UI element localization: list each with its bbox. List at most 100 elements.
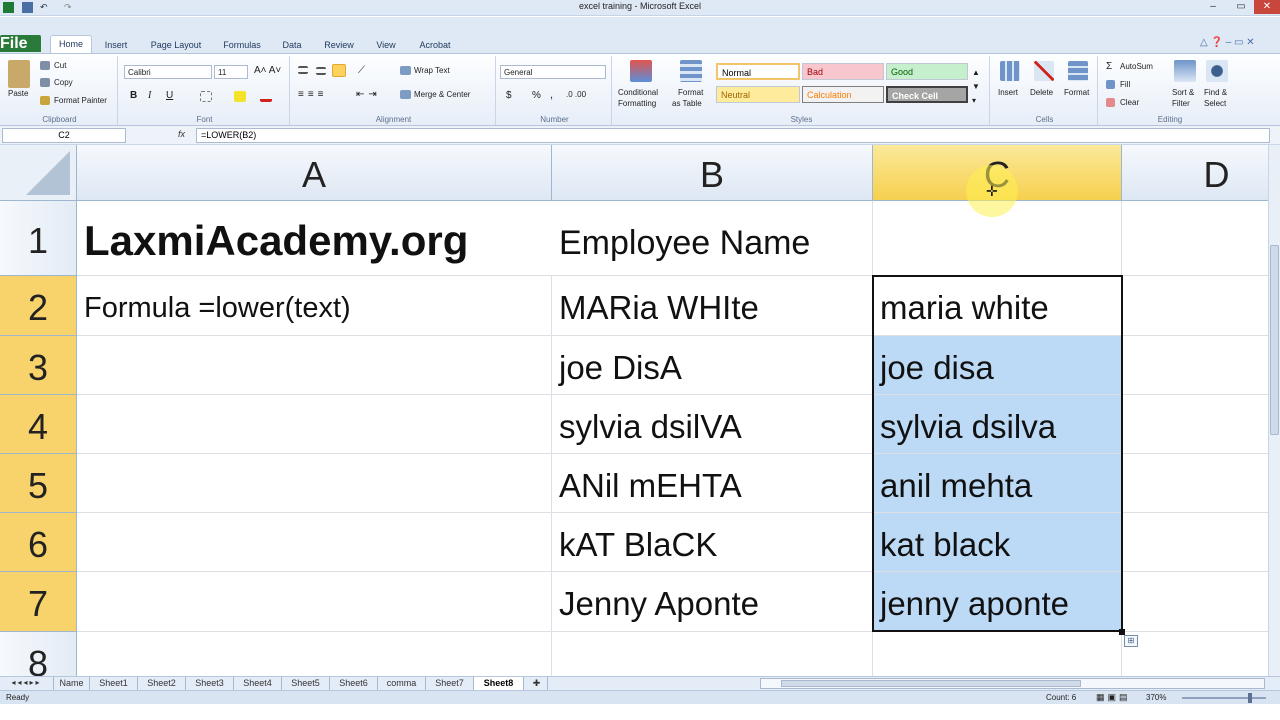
cell-c3[interactable]: joe disa bbox=[873, 336, 1122, 395]
number-format-select[interactable]: General bbox=[500, 65, 606, 79]
sheet-tab-sheet1[interactable]: Sheet1 bbox=[90, 677, 138, 690]
cell-c1[interactable] bbox=[873, 201, 1122, 276]
cell-b7[interactable]: Jenny Aponte bbox=[552, 572, 873, 632]
style-neutral[interactable]: Neutral bbox=[716, 86, 800, 103]
decimal-icon[interactable]: .0 .00 bbox=[566, 90, 586, 99]
cell-d2[interactable] bbox=[1122, 276, 1268, 336]
cell-b8[interactable] bbox=[552, 632, 873, 676]
sheet-nav-icon[interactable]: ◂◂◂▸▸ bbox=[0, 677, 54, 690]
cell-a2[interactable]: Formula =lower(text) bbox=[77, 276, 552, 336]
format-as-table-button[interactable]: Format bbox=[678, 88, 703, 97]
row-header-3[interactable]: 3 bbox=[0, 336, 77, 395]
style-normal[interactable]: Normal bbox=[716, 63, 800, 80]
merge-center-button[interactable]: Merge & Center bbox=[414, 90, 470, 99]
cell-d6[interactable] bbox=[1122, 513, 1268, 572]
percent-button[interactable]: % bbox=[532, 90, 541, 101]
cut-icon[interactable] bbox=[40, 61, 50, 70]
name-box[interactable]: C2 bbox=[2, 128, 126, 143]
align-middle-icon[interactable] bbox=[316, 67, 326, 75]
paste-icon[interactable] bbox=[8, 60, 30, 88]
cell-c4[interactable]: sylvia dsilva bbox=[873, 395, 1122, 454]
style-bad[interactable]: Bad bbox=[802, 63, 884, 80]
cell-c2[interactable]: maria white bbox=[873, 276, 1122, 336]
cell-a7[interactable] bbox=[77, 572, 552, 632]
row-header-7[interactable]: 7 bbox=[0, 572, 77, 632]
sheet-tab-sheet8[interactable]: Sheet8 bbox=[474, 677, 524, 690]
row-header-1[interactable]: 1 bbox=[0, 201, 77, 276]
column-header-d[interactable]: D bbox=[1122, 145, 1268, 201]
cell-c8[interactable] bbox=[873, 632, 1122, 676]
cell-a4[interactable] bbox=[77, 395, 552, 454]
cell-b5[interactable]: ANil mEHTA bbox=[552, 454, 873, 513]
sheet-tab-sheet6[interactable]: Sheet6 bbox=[330, 677, 378, 690]
comma-button[interactable]: , bbox=[550, 89, 553, 101]
format-cells-button[interactable]: Format bbox=[1064, 88, 1089, 97]
borders-icon[interactable] bbox=[200, 91, 212, 102]
cell-a8[interactable] bbox=[77, 632, 552, 676]
wrap-text-button[interactable]: Wrap Text bbox=[414, 66, 450, 75]
cell-d3[interactable] bbox=[1122, 336, 1268, 395]
tab-view[interactable]: View bbox=[370, 35, 402, 55]
insert-sheet-icon[interactable]: ✚ bbox=[526, 677, 548, 690]
format-painter-button[interactable]: Format Painter bbox=[54, 96, 107, 105]
fill-icon[interactable] bbox=[1106, 80, 1115, 89]
cell-a5[interactable] bbox=[77, 454, 552, 513]
row-header-8[interactable]: 8 bbox=[0, 632, 77, 676]
horizontal-scrollbar[interactable] bbox=[760, 678, 1265, 689]
wrap-text-icon[interactable] bbox=[400, 66, 411, 75]
sheet-tab-sheet2[interactable]: Sheet2 bbox=[138, 677, 186, 690]
fx-icon[interactable]: fx bbox=[178, 129, 185, 139]
delete-cells-icon[interactable] bbox=[1034, 61, 1054, 81]
clear-button[interactable]: Clear bbox=[1120, 98, 1139, 107]
cell-a6[interactable] bbox=[77, 513, 552, 572]
tab-review[interactable]: Review bbox=[318, 35, 360, 55]
sheet-tab-comma[interactable]: comma bbox=[378, 677, 426, 690]
find-select-button[interactable]: Find & bbox=[1204, 88, 1227, 97]
cell-b6[interactable]: kAT BlaCK bbox=[552, 513, 873, 572]
sheet-tab-sheet7[interactable]: Sheet7 bbox=[426, 677, 474, 690]
select-all-corner[interactable] bbox=[0, 145, 77, 201]
tab-file[interactable]: File bbox=[0, 35, 41, 52]
cell-d1[interactable] bbox=[1122, 201, 1268, 276]
autofill-options-icon[interactable]: ⊞ bbox=[1124, 635, 1138, 647]
sheet-tab-sheet3[interactable]: Sheet3 bbox=[186, 677, 234, 690]
cell-a3[interactable] bbox=[77, 336, 552, 395]
format-table-icon[interactable] bbox=[680, 60, 702, 82]
formula-input[interactable]: =LOWER(B2) bbox=[196, 128, 1270, 143]
tab-insert[interactable]: Insert bbox=[98, 35, 134, 55]
tab-data[interactable]: Data bbox=[276, 35, 308, 55]
horizontal-scroll-thumb[interactable] bbox=[781, 680, 1081, 687]
align-top-icon[interactable] bbox=[298, 66, 308, 74]
bold-button[interactable]: B bbox=[130, 90, 137, 101]
fill-color-icon[interactable] bbox=[234, 91, 246, 102]
row-header-6[interactable]: 6 bbox=[0, 513, 77, 572]
font-name-select[interactable]: Calibri bbox=[124, 65, 212, 79]
cell-b3[interactable]: joe DisA bbox=[552, 336, 873, 395]
indent-icon[interactable]: ⇤⇥ bbox=[356, 89, 381, 100]
delete-cells-button[interactable]: Delete bbox=[1030, 88, 1053, 97]
clear-icon[interactable] bbox=[1106, 98, 1115, 107]
cell-c5[interactable]: anil mehta bbox=[873, 454, 1122, 513]
copy-icon[interactable] bbox=[40, 78, 50, 87]
styles-scroll-icon[interactable]: ▲ ▼ ▾ bbox=[972, 66, 980, 108]
worksheet-grid[interactable]: A B C D 1 2 3 4 5 6 7 8 LaxmiAcademy.org… bbox=[0, 145, 1268, 676]
cell-d5[interactable] bbox=[1122, 454, 1268, 513]
column-header-a[interactable]: A bbox=[77, 145, 552, 201]
style-good[interactable]: Good bbox=[886, 63, 968, 80]
cell-b4[interactable]: sylvia dsilVA bbox=[552, 395, 873, 454]
currency-button[interactable]: $ bbox=[506, 90, 512, 101]
cell-d8[interactable] bbox=[1122, 632, 1268, 676]
sort-filter-button[interactable]: Sort & bbox=[1172, 88, 1194, 97]
insert-cells-icon[interactable] bbox=[1000, 61, 1020, 81]
paste-button[interactable]: Paste bbox=[8, 89, 28, 98]
font-size-select[interactable]: 11 bbox=[214, 65, 248, 79]
align-left-icon[interactable]: ≡≡≡ bbox=[298, 89, 328, 100]
italic-button[interactable]: I bbox=[148, 90, 151, 101]
font-color-icon[interactable] bbox=[260, 91, 272, 102]
align-bottom-icon[interactable] bbox=[332, 64, 346, 77]
sheet-tab-sheet4[interactable]: Sheet4 bbox=[234, 677, 282, 690]
format-painter-icon[interactable] bbox=[40, 96, 50, 105]
close-icon[interactable]: ✕ bbox=[1254, 0, 1280, 14]
minimize-icon[interactable]: ‒ bbox=[1200, 0, 1226, 14]
vertical-scrollbar[interactable] bbox=[1268, 145, 1280, 676]
